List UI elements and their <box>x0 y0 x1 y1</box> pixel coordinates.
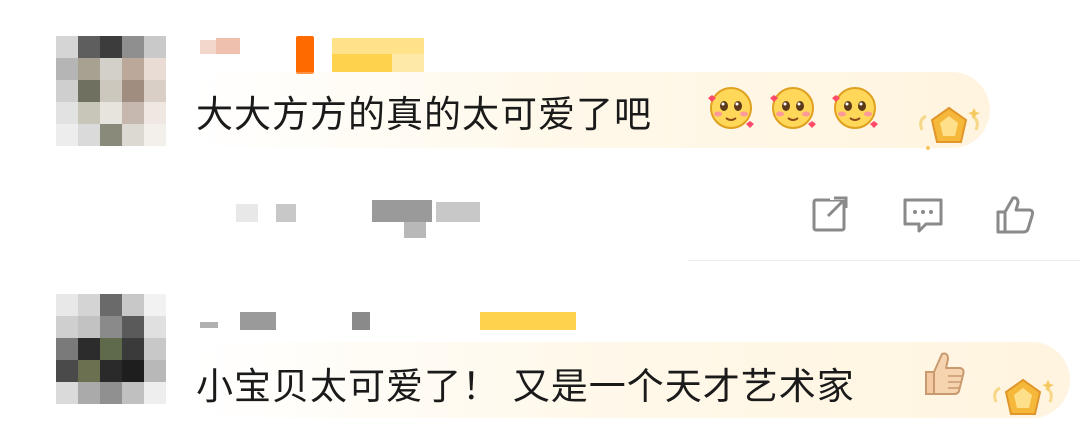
comment-actions <box>800 192 1050 238</box>
comment-text: 大大方方的真的太可爱了吧 <box>196 93 652 136</box>
thumbs-up-icon <box>925 352 965 395</box>
crown-badge-icon <box>993 378 1054 415</box>
share-icon[interactable] <box>808 192 854 238</box>
comment-item: 大大方方的真的太可爱了吧 <box>0 0 1080 262</box>
crown-badge-icon <box>919 106 980 150</box>
like-icon[interactable] <box>992 192 1038 238</box>
cute-blush-face-icon <box>770 87 816 129</box>
comment-meta-blurred <box>236 200 486 240</box>
cute-blush-face-icon <box>832 87 878 129</box>
avatar[interactable] <box>56 36 166 146</box>
divider <box>688 260 1080 261</box>
avatar[interactable] <box>56 294 166 404</box>
username-blurred[interactable] <box>200 36 440 74</box>
comment-text: 小宝贝太可爱了！ 又是一个天才艺术家 <box>196 365 855 408</box>
comment-icon[interactable] <box>900 192 946 238</box>
username-blurred[interactable] <box>200 312 580 336</box>
cute-blush-face-icon <box>708 87 754 129</box>
